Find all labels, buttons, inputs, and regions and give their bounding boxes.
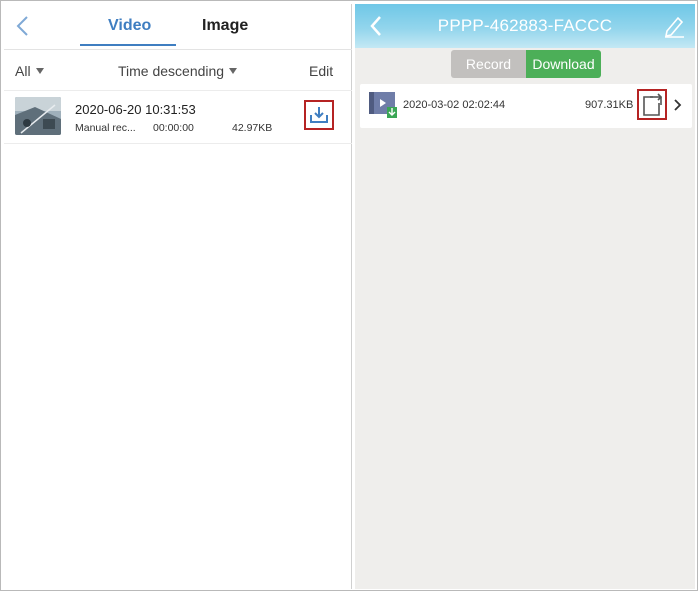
video-file-icon — [369, 92, 397, 118]
tab-image[interactable]: Image — [202, 17, 248, 35]
pencil-icon[interactable] — [661, 13, 687, 39]
device-download-screen: PPPP-462883-FACCC Record Download 2020-0… — [355, 4, 695, 589]
category-filter[interactable]: All — [15, 63, 44, 79]
video-thumbnail — [15, 97, 61, 135]
sort-filter[interactable]: Time descending — [118, 63, 238, 79]
video-timestamp: 2020-06-20 10:31:53 — [75, 102, 196, 117]
chevron-right-icon[interactable] — [672, 98, 682, 112]
device-id-title: PPPP-462883-FACCC — [437, 16, 613, 35]
device-header: PPPP-462883-FACCC — [355, 4, 695, 48]
sort-filter-label: Time descending — [118, 63, 225, 79]
video-list-screen: Video Image All Time descending Edit 202… — [4, 4, 352, 589]
segment-download[interactable]: Download — [526, 50, 601, 78]
tab-video[interactable]: Video — [108, 17, 151, 35]
video-duration: 00:00:00 — [153, 122, 194, 134]
caret-down-icon — [229, 68, 238, 74]
caret-down-icon — [35, 68, 44, 74]
category-filter-label: All — [15, 63, 31, 79]
downloaded-file-size: 907.31KB — [585, 99, 634, 111]
video-list-item[interactable]: 2020-06-20 10:31:53 Manual rec... 00:00:… — [4, 92, 352, 144]
record-download-switch: Record Download — [451, 50, 601, 78]
tab-bar: Video Image — [4, 4, 352, 50]
active-tab-indicator — [80, 44, 176, 46]
downloaded-file-date: 2020-03-02 02:02:44 — [403, 99, 506, 111]
filter-bar: All Time descending Edit — [4, 51, 352, 91]
share-icon — [643, 93, 663, 116]
back-chevron-icon[interactable] — [12, 13, 36, 39]
downloaded-file-item[interactable]: 2020-03-02 02:02:44 907.31KB — [360, 84, 692, 128]
video-record-type: Manual rec... — [75, 122, 136, 134]
edit-button[interactable]: Edit — [309, 63, 333, 79]
download-icon — [310, 107, 328, 123]
share-button[interactable] — [637, 89, 667, 120]
download-button[interactable] — [304, 100, 334, 130]
video-file-size: 42.97KB — [232, 122, 273, 134]
segment-record[interactable]: Record — [451, 50, 526, 78]
screenshot-frame: Video Image All Time descending Edit 202… — [0, 0, 698, 591]
